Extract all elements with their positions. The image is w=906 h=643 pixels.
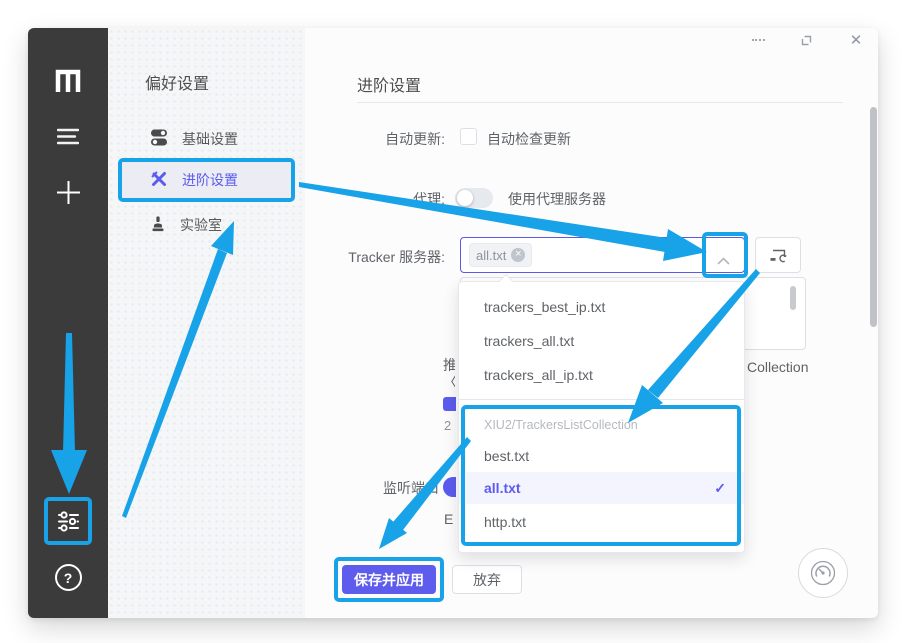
sync-icon [768,247,788,264]
close-icon: ✕ [850,31,863,49]
nav-item-label: 实验室 [180,215,222,235]
chevron-up-icon[interactable] [717,252,730,270]
dropdown-item[interactable]: http.txt [459,506,744,538]
proxy-label: 代理: [295,189,445,209]
toggle-knob [457,190,473,206]
maximize-button[interactable] [789,28,823,52]
listen-port-label: 监听端口 [383,478,439,498]
dropdown-group-label: XIU2/TrackersListCollection [459,414,744,436]
minimize-icon [752,39,765,41]
nav-item-label: 进阶设置 [182,170,238,190]
help-icon[interactable]: ? [28,564,108,591]
title-divider [357,102,843,103]
tracker-select[interactable]: all.txt × [460,237,745,273]
check-icon: ✓ [714,472,726,504]
speedometer-icon [809,559,837,587]
nav-item-lab[interactable]: 实验室 [150,214,222,236]
nav-item-advanced-settings[interactable]: 进阶设置 [150,169,238,191]
preferences-title: 偏好设置 [145,70,209,94]
main-scrollbar[interactable] [870,107,877,327]
auto-check-update-checkbox[interactable] [460,128,477,145]
dropdown-item[interactable]: trackers_all_ip.txt [459,358,744,392]
add-task-icon[interactable] [28,180,108,205]
tag-label: all.txt [476,248,506,263]
preferences-icon[interactable] [28,510,108,533]
proxy-toggle[interactable] [455,188,493,208]
sync-interval-fragment: 2 [444,418,451,433]
app-sidebar: ? [28,28,108,618]
app-window: ? 偏好设置 基础设置 进阶设置 [28,28,878,618]
dropdown-item[interactable]: best.txt [459,440,744,472]
dropdown-item-selected[interactable]: all.txt ✓ [459,472,744,504]
sync-checkbox-fragment [443,397,456,411]
maximize-icon [800,34,813,47]
dropdown-divider [459,399,744,400]
auto-update-label: 自动更新: [295,129,445,149]
help-glyph: ? [64,570,73,586]
speed-gauge-button[interactable] [798,548,848,598]
tools-icon [150,170,168,191]
helper-text-fragment: 〈 [443,372,455,392]
toggles-icon [150,129,168,149]
save-apply-button[interactable]: 保存并应用 [342,565,436,594]
lab-stamp-icon [150,216,166,235]
close-button[interactable]: ✕ [839,28,873,52]
nav-item-label: 基础设置 [182,129,238,149]
task-list-icon[interactable] [28,128,108,145]
nav-item-basic-settings[interactable]: 基础设置 [150,128,238,150]
tracker-dropdown: trackers_best_ip.txt trackers_all.txt tr… [458,281,745,553]
dropdown-item[interactable]: trackers_best_ip.txt [459,290,744,324]
sync-trackers-button[interactable] [755,237,801,273]
helper-link-fragment: Collection [747,359,808,375]
port-text-fragment: E [444,511,453,527]
minimize-button[interactable] [741,28,775,52]
tag-close-icon[interactable]: × [511,248,525,262]
preferences-panel: 偏好设置 基础设置 进阶设置 实验室 [108,28,305,618]
tracker-tag[interactable]: all.txt × [469,243,532,267]
selected-item-label: all.txt [484,480,521,496]
tracker-label: Tracker 服务器: [295,247,445,267]
port-toggle-fragment [443,477,456,497]
auto-check-update-text: 自动检查更新 [487,129,571,149]
dropdown-item[interactable]: trackers_all.txt [459,324,744,358]
discard-button[interactable]: 放弃 [452,565,522,594]
proxy-text: 使用代理服务器 [508,189,606,209]
textarea-scrollbar[interactable] [790,286,796,310]
screenshot-stage: ? 偏好设置 基础设置 进阶设置 [0,0,906,643]
page-title: 进阶设置 [357,72,421,96]
motrix-logo [28,67,108,94]
